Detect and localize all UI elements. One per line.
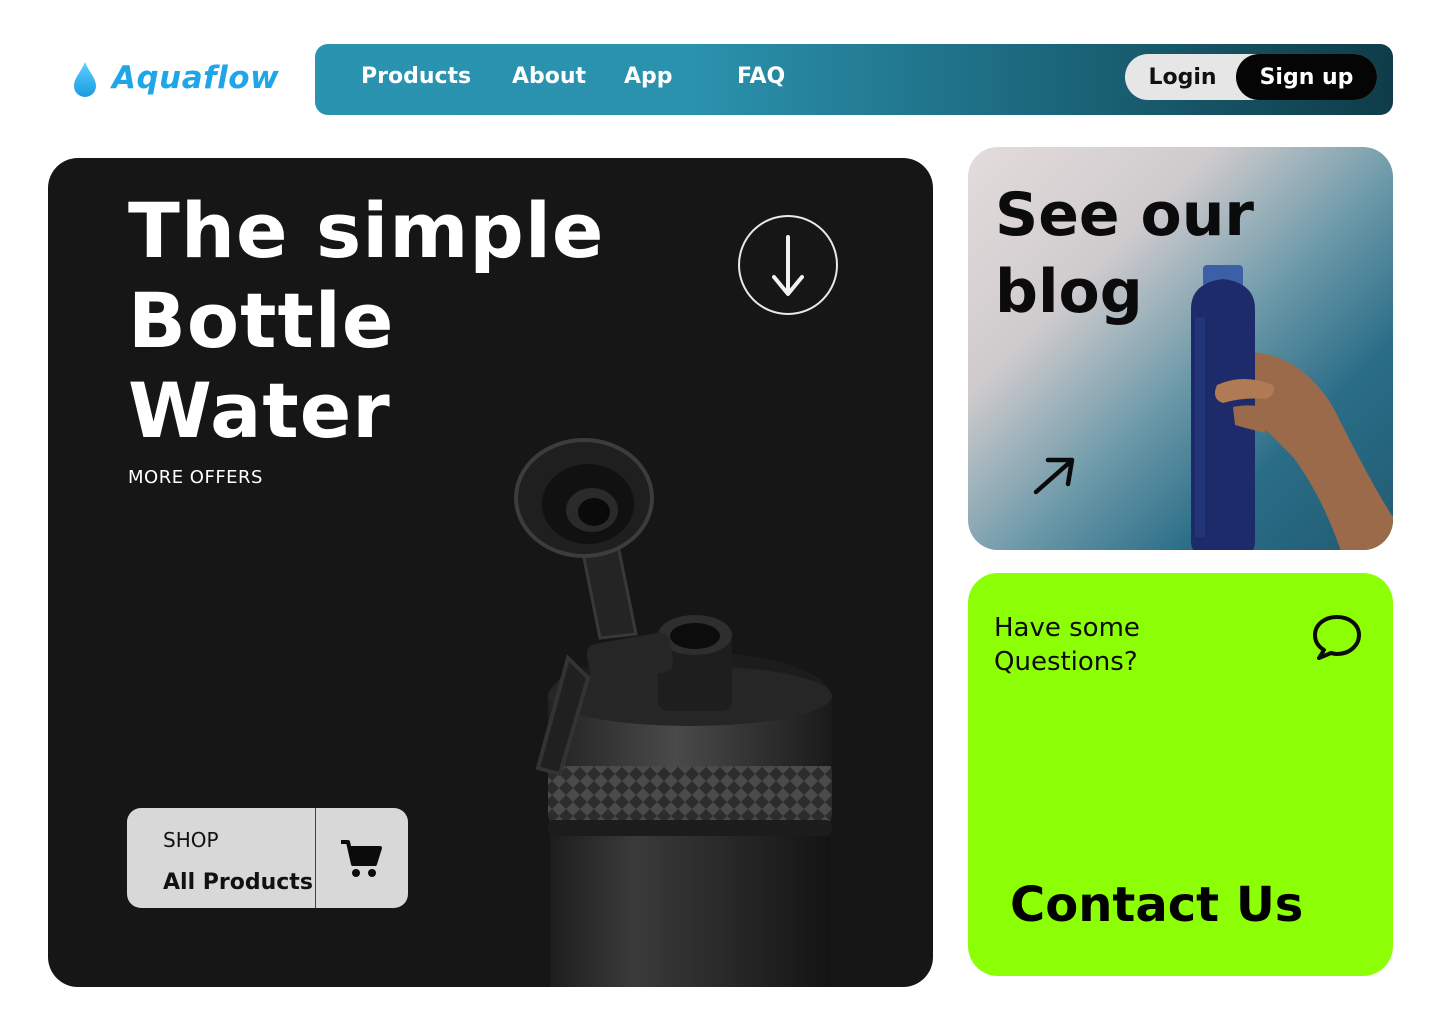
hero-title-line: The simple xyxy=(128,186,605,275)
more-offers-link[interactable]: MORE OFFERS xyxy=(128,467,263,488)
main-navbar: Products About App FAQ Login Sign up xyxy=(315,44,1393,115)
shop-divider xyxy=(315,808,316,908)
signup-button[interactable]: Sign up xyxy=(1236,54,1377,100)
nav-link-app[interactable]: App xyxy=(624,64,673,89)
shop-sub-label: All Products xyxy=(163,870,313,895)
auth-group: Login Sign up xyxy=(1125,54,1377,100)
hero-title: The simple Bottle Water xyxy=(128,186,605,456)
nav-link-faq[interactable]: FAQ xyxy=(737,64,785,89)
contact-question-line: Questions? xyxy=(994,647,1138,677)
contact-question-line: Have some xyxy=(994,613,1140,643)
hero-card: The simple Bottle Water MORE OFFERS SHOP… xyxy=(48,158,933,987)
arrow-up-right-icon xyxy=(1033,457,1075,495)
brand-logo[interactable]: Aquaflow xyxy=(72,58,279,98)
blog-card[interactable]: See our blog xyxy=(968,147,1393,550)
contact-us-button[interactable]: Contact Us xyxy=(1010,877,1303,933)
shop-label: SHOP xyxy=(163,828,219,852)
nav-link-products[interactable]: Products xyxy=(361,64,471,89)
blog-title: See our blog xyxy=(995,177,1254,331)
water-bottle-image xyxy=(514,438,832,987)
scroll-down-button[interactable] xyxy=(738,215,838,315)
water-drop-icon xyxy=(74,62,96,97)
nav-link-about[interactable]: About xyxy=(512,64,586,89)
contact-question: Have some Questions? xyxy=(994,611,1140,679)
hero-title-line: Bottle xyxy=(128,276,395,365)
shop-all-products-button[interactable]: SHOP All Products xyxy=(127,808,408,908)
chat-bubble-icon xyxy=(1313,615,1361,660)
shopping-cart-icon xyxy=(341,840,382,877)
login-button[interactable]: Login xyxy=(1125,54,1240,100)
brand-name: Aquaflow xyxy=(112,60,280,96)
contact-card[interactable]: Have some Questions? Contact Us xyxy=(968,573,1393,976)
arrow-down-icon xyxy=(772,235,804,296)
blog-title-line: blog xyxy=(995,257,1143,327)
blog-title-line: See our xyxy=(995,180,1255,250)
